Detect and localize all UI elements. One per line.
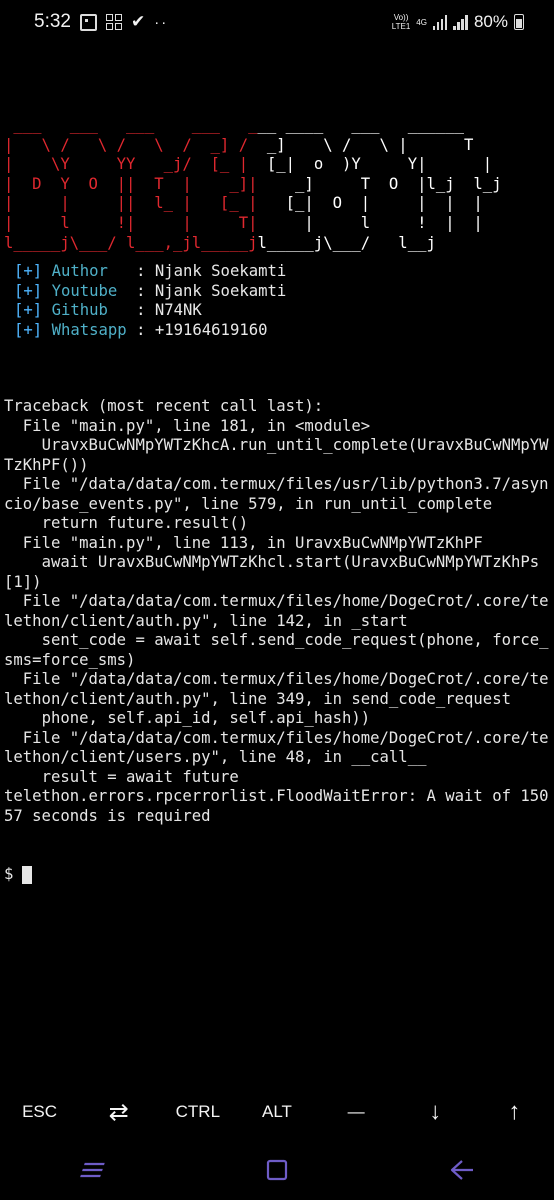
info-key: Author	[51, 262, 137, 280]
info-tag: [+]	[14, 320, 52, 339]
author-info: [+] Author : Njank Soekamti [+] Youtube :…	[14, 262, 286, 340]
info-row: [+] Github : N74NK	[14, 301, 286, 321]
dash-key[interactable]: —	[317, 1102, 396, 1122]
info-value: : Njank Soekamti	[136, 262, 287, 280]
info-row: [+] Youtube : Njank Soekamti	[14, 282, 286, 302]
signal-icon	[432, 14, 448, 30]
prompt-symbol: $	[4, 865, 14, 883]
volte-indicator: Vo)) LTE1	[391, 13, 411, 31]
info-key: Whatsapp	[51, 320, 137, 339]
back-icon[interactable]	[442, 1150, 482, 1190]
up-arrow-key[interactable]: ↑	[475, 1098, 554, 1126]
info-row: [+] Whatsapp : +19164619160	[14, 321, 286, 341]
info-tag: [+]	[14, 301, 52, 319]
navigation-bar	[0, 1140, 554, 1200]
shell-prompt[interactable]: $	[4, 865, 552, 885]
banner-line: | \Y YY _j/ [_ | [_| o )Y Y| |	[4, 155, 502, 175]
info-value: : Njank Soekamti	[136, 281, 287, 300]
banner-doge-part: | \Y YY _j/ [_ |	[4, 155, 258, 174]
ctrl-key[interactable]: CTRL	[158, 1102, 237, 1122]
banner-line: ___ ___ ___ ___ ___ ____ ___ ______	[4, 116, 502, 136]
banner-doge-part: | \ / \ / \ / _] /	[4, 135, 258, 154]
info-row: [+] Author : Njank Soekamti	[14, 262, 286, 282]
tab-key[interactable]: ⇄	[79, 1098, 158, 1127]
apps-icon	[105, 14, 122, 30]
banner-crot-part: l_____j\___/ l__j	[257, 233, 436, 252]
terminal-output[interactable]: Traceback (most recent call last): File …	[4, 358, 552, 904]
info-tag: [+]	[14, 262, 52, 280]
banner-line: | | || l_ | [_ | [_| O | | | |	[4, 194, 502, 214]
cursor	[22, 865, 33, 884]
info-key: Youtube	[51, 281, 137, 300]
down-arrow-key[interactable]: ↓	[396, 1098, 475, 1126]
banner-crot-part: [_| O | | | |	[257, 194, 483, 213]
banner-doge-part: | D Y O || T | _]|	[4, 174, 258, 193]
info-key: Github	[51, 301, 137, 319]
ascii-banner: ___ ___ ___ ___ ___ ____ ___ ______ | \ /…	[4, 116, 552, 252]
screenshot-icon	[79, 13, 97, 31]
network-type: 4G	[416, 17, 427, 27]
home-icon[interactable]	[257, 1150, 297, 1190]
check-icon: ✔	[130, 12, 146, 31]
banner-line: | l !| | T| | l ! | |	[4, 214, 502, 234]
recents-icon[interactable]	[72, 1150, 112, 1190]
banner-line: l_____j\___/ l___,_jl_____jl_____j\___/ …	[4, 234, 502, 254]
signal-icon-2	[453, 14, 468, 30]
banner-crot-part: | l ! | |	[257, 213, 483, 232]
traceback-text: Traceback (most recent call last): File …	[4, 397, 549, 825]
battery-percent: 80%	[473, 12, 508, 31]
banner-crot-part: [_| o )Y Y| |	[257, 155, 493, 174]
info-value: : +19164619160	[136, 320, 268, 339]
more-dots-icon: ··	[154, 13, 169, 31]
banner-crot-part: _] \ / \ | T	[257, 135, 474, 154]
extra-keys-row: ESC ⇄ CTRL ALT — ↓ ↑	[0, 1090, 554, 1134]
banner-crot-part: __ ____ ___ ______	[257, 116, 465, 134]
banner-line: | D Y O || T | _]| _] T O |l_j l_j	[4, 175, 502, 195]
banner-line: | \ / \ / \ / _] / _] \ / \ | T	[4, 136, 502, 156]
battery-icon	[514, 14, 524, 30]
banner-doge-part: ___ ___ ___ ___ _	[4, 116, 258, 134]
banner-doge-part: | l !| | T|	[4, 213, 258, 232]
alt-key[interactable]: ALT	[237, 1102, 316, 1122]
clock: 5:32	[34, 11, 71, 32]
banner-crot-part: _] T O |l_j l_j	[257, 174, 502, 193]
status-bar: 5:32 ✔ ·· Vo)) LTE1 4G 80%	[0, 0, 554, 44]
info-tag: [+]	[14, 281, 52, 300]
banner-art: ___ ___ ___ ___ ___ ____ ___ ______ | \ /…	[4, 116, 502, 253]
esc-key[interactable]: ESC	[0, 1102, 79, 1122]
info-value: : N74NK	[136, 301, 202, 319]
banner-doge-part: l_____j\___/ l___,_jl_____j	[4, 233, 258, 252]
banner-doge-part: | | || l_ | [_ |	[4, 194, 258, 213]
